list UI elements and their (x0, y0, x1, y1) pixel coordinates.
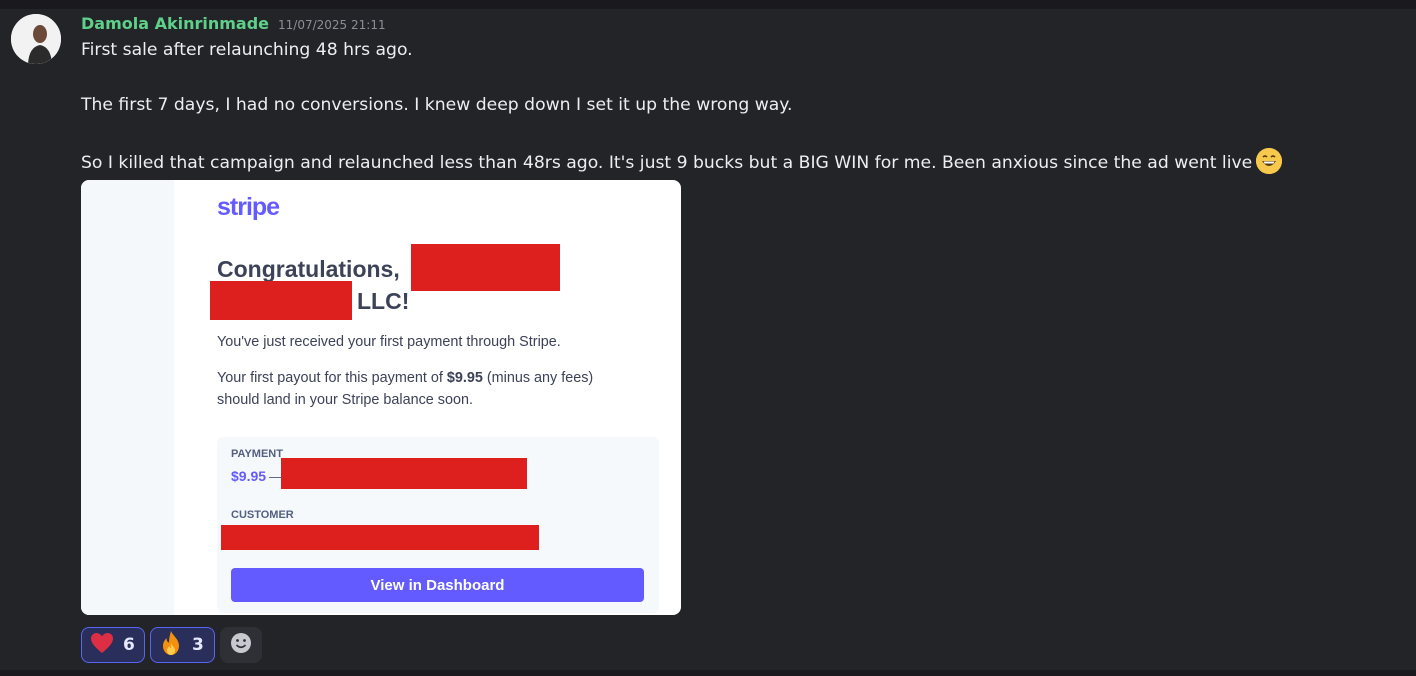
stripe-logo: stripe (217, 193, 280, 221)
add-reaction-button[interactable] (220, 627, 262, 663)
llc-heading: LLC! (357, 288, 410, 314)
redacted-customer (221, 525, 539, 550)
message-line-2: The first 7 days, I had no conversions. … (81, 95, 793, 115)
fire-icon (159, 630, 183, 660)
payment-label: PAYMENT (231, 448, 283, 460)
reaction-fire-count: 3 (192, 635, 204, 655)
timestamp: 11/07/2025 21:11 (278, 18, 386, 32)
message-line-3-text: So I killed that campaign and relaunched… (81, 153, 1253, 173)
stripe-email-screenshot[interactable]: stripe Congratulations, LLC! You've just… (81, 180, 681, 615)
redacted-payment-description (281, 458, 527, 489)
message-line-3: So I killed that campaign and relaunched… (81, 148, 1283, 176)
username[interactable]: Damola Akinrinmade (81, 14, 269, 33)
message-line-1: First sale after relaunching 48 hrs ago. (81, 40, 413, 60)
payment-details-card: PAYMENT $9.95— CUSTOMER View in Dashboar… (217, 437, 659, 613)
user-avatar[interactable] (11, 14, 61, 64)
payout-text: Your first payout for this payment of $9… (217, 367, 637, 411)
view-in-dashboard-button[interactable]: View in Dashboard (231, 568, 644, 602)
reaction-heart[interactable]: 6 (81, 627, 145, 663)
customer-label: CUSTOMER (231, 509, 294, 521)
payment-amount: $9.95— (231, 468, 283, 484)
message-header: Damola Akinrinmade 11/07/2025 21:11 (81, 14, 386, 36)
payment-received-text: You've just received your first payment … (217, 334, 561, 350)
heart-icon (90, 632, 114, 658)
redacted-company (210, 281, 352, 320)
smile-icon (230, 632, 252, 658)
email-side-panel (81, 180, 174, 615)
grinning-face-icon (1256, 148, 1283, 174)
congrats-heading: Congratulations, (217, 256, 400, 282)
payout-amount: $9.95 (446, 370, 483, 386)
redacted-name (411, 244, 560, 291)
payout-text-start: Your first payout for this payment of (217, 370, 447, 386)
reaction-fire[interactable]: 3 (150, 627, 215, 663)
reaction-heart-count: 6 (123, 635, 135, 655)
payment-amount-value: $9.95 (231, 468, 267, 484)
